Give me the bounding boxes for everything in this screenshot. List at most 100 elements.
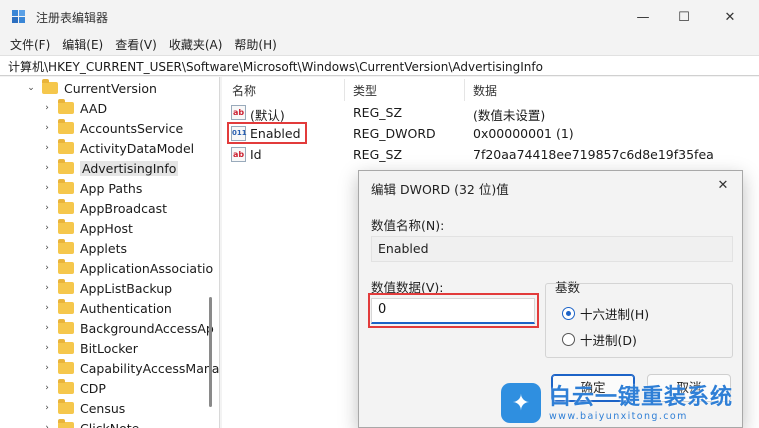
- chevron-right-icon[interactable]: ›: [42, 283, 52, 293]
- radio-unchecked-icon[interactable]: [562, 333, 575, 346]
- tree-node[interactable]: › AppListBackup: [42, 278, 172, 298]
- bird-logo-icon: ✦: [501, 383, 541, 423]
- chevron-right-icon[interactable]: ›: [42, 183, 52, 193]
- chevron-right-icon[interactable]: ›: [42, 223, 52, 233]
- folder-icon: [58, 339, 74, 354]
- string-value-icon: ab: [231, 147, 246, 162]
- value-type: REG_DWORD: [353, 126, 436, 141]
- column-header-name[interactable]: 名称: [232, 82, 256, 99]
- tree-node[interactable]: › AppBroadcast: [42, 198, 167, 218]
- column-divider[interactable]: [464, 79, 465, 101]
- tree-node[interactable]: › Authentication: [42, 298, 172, 318]
- folder-icon: [58, 319, 74, 334]
- value-data: (数值未设置): [473, 108, 546, 123]
- column-divider[interactable]: [344, 79, 345, 101]
- watermark-url: www.baiyunxitong.com: [549, 410, 688, 422]
- value-type: REG_SZ: [353, 105, 403, 120]
- folder-icon: [58, 399, 74, 414]
- menu-bar: 文件(F) 编辑(E) 查看(V) 收藏夹(A) 帮助(H): [0, 34, 759, 54]
- tree-node[interactable]: › CapabilityAccessMana: [42, 358, 219, 378]
- tree-label: AppHost: [80, 220, 133, 236]
- close-icon: ✕: [724, 9, 736, 25]
- minimize-button[interactable]: —: [620, 0, 666, 34]
- dialog-close-icon[interactable]: ✕: [712, 175, 734, 197]
- radio-checked-icon[interactable]: [562, 307, 575, 320]
- column-header-type[interactable]: 类型: [353, 82, 377, 99]
- chevron-right-icon[interactable]: ›: [42, 243, 52, 253]
- address-bar[interactable]: 计算机\HKEY_CURRENT_USER\Software\Microsoft…: [0, 55, 759, 76]
- tree-node[interactable]: › App Paths: [42, 178, 142, 198]
- tree-label: AAD: [80, 100, 108, 116]
- tree-node[interactable]: › Applets: [42, 238, 127, 258]
- folder-icon: [58, 239, 74, 254]
- menu-help[interactable]: 帮助(H): [234, 36, 276, 53]
- tree-label: Applets: [80, 240, 127, 256]
- value-name-field: Enabled: [371, 236, 733, 262]
- chevron-right-icon[interactable]: ›: [42, 203, 52, 213]
- tree-label: AppListBackup: [80, 280, 173, 296]
- tree-node[interactable]: › ActivityDataModel: [42, 138, 194, 158]
- tree-node[interactable]: › AccountsService: [42, 118, 183, 138]
- tree-node[interactable]: › ApplicationAssociatio: [42, 258, 213, 278]
- column-header-data[interactable]: 数据: [473, 82, 497, 99]
- tree-node[interactable]: › ClickNote: [42, 418, 139, 428]
- tree-node[interactable]: › AdvertisingInfo: [42, 158, 179, 178]
- chevron-right-icon[interactable]: ›: [42, 423, 52, 428]
- regedit-app-icon: [12, 10, 25, 23]
- chevron-right-icon[interactable]: ›: [42, 363, 52, 373]
- window-title: 注册表编辑器: [36, 11, 109, 25]
- menu-favorites[interactable]: 收藏夹(A): [169, 36, 223, 53]
- watermark: ✦ 白云一键重装系统 www.baiyunxitong.com: [501, 378, 759, 428]
- folder-icon: [58, 279, 74, 294]
- radio-hexadecimal[interactable]: 十六进制(H): [562, 304, 649, 323]
- menu-view[interactable]: 查看(V): [115, 36, 157, 53]
- value-name: Id: [250, 147, 262, 162]
- chevron-right-icon[interactable]: ›: [42, 303, 52, 313]
- chevron-right-icon[interactable]: ›: [42, 163, 52, 173]
- folder-icon: [58, 219, 74, 234]
- tree-node[interactable]: › AAD: [42, 98, 107, 118]
- maximize-button[interactable]: ☐: [661, 0, 707, 34]
- chevron-down-icon[interactable]: ⌄: [26, 83, 36, 93]
- tree-node[interactable]: › CDP: [42, 378, 106, 398]
- radio-decimal[interactable]: 十进制(D): [562, 330, 637, 349]
- value-data: 7f20aa74418ee719857c6d8e19f35fea: [473, 147, 714, 162]
- chevron-right-icon[interactable]: ›: [42, 263, 52, 273]
- chevron-right-icon[interactable]: ›: [42, 403, 52, 413]
- tree-label: CDP: [80, 380, 106, 396]
- value-name-label: 数值名称(N):: [371, 218, 445, 233]
- chevron-right-icon[interactable]: ›: [42, 383, 52, 393]
- folder-icon: [58, 359, 74, 374]
- folder-icon: [58, 139, 74, 154]
- tree-label: ApplicationAssociatio: [80, 260, 214, 276]
- folder-icon: [58, 299, 74, 314]
- chevron-right-icon[interactable]: ›: [42, 323, 52, 333]
- tree-node[interactable]: › BackgroundAccessAp: [42, 318, 214, 338]
- chevron-right-icon[interactable]: ›: [42, 143, 52, 153]
- tree-label: AdvertisingInfo: [80, 160, 179, 176]
- close-button[interactable]: ✕: [707, 0, 753, 34]
- chevron-right-icon[interactable]: ›: [42, 123, 52, 133]
- tree-scrollbar[interactable]: [209, 297, 212, 407]
- chevron-right-icon[interactable]: ›: [42, 343, 52, 353]
- registry-tree[interactable]: ⌄ CurrentVersion › AAD › AccountsService › Ac…: [0, 77, 220, 428]
- tree-label: BitLocker: [80, 340, 138, 356]
- folder-icon: [58, 259, 74, 274]
- folder-icon: [42, 79, 58, 94]
- base-radio-group: 十六进制(H) 十进制(D): [545, 283, 733, 358]
- watermark-text: 白云一键重装系统 www.baiyunxitong.com: [549, 385, 733, 422]
- tree-label: Census: [80, 400, 126, 416]
- tree-node[interactable]: › Census: [42, 398, 125, 418]
- tree-label: Authentication: [80, 300, 172, 316]
- tree-node-currentversion[interactable]: ⌄ CurrentVersion: [26, 78, 157, 98]
- menu-edit[interactable]: 编辑(E): [62, 36, 103, 53]
- menu-file[interactable]: 文件(F): [10, 36, 50, 53]
- dialog-title: 编辑 DWORD (32 位)值: [371, 182, 509, 197]
- maximize-icon: ☐: [678, 9, 690, 25]
- tree-node[interactable]: › BitLocker: [42, 338, 138, 358]
- table-row[interactable]: ab Id REG_SZ 7f20aa74418ee719857c6d8e19f35f…: [222, 145, 759, 165]
- table-row[interactable]: ab (默认) REG_SZ (数值未设置): [222, 103, 759, 123]
- tree-node[interactable]: › AppHost: [42, 218, 133, 238]
- folder-icon: [58, 119, 74, 134]
- chevron-right-icon[interactable]: ›: [42, 103, 52, 113]
